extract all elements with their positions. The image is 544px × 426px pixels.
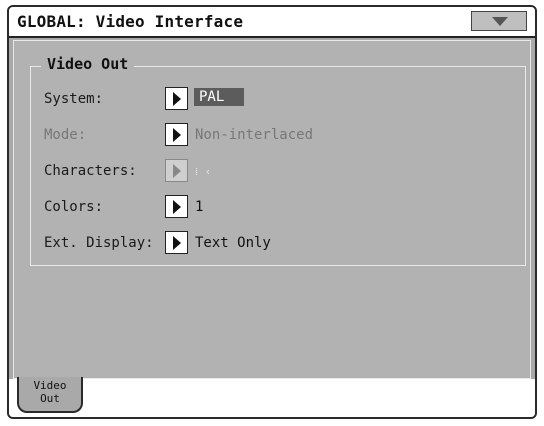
ext-display-popup-button[interactable] <box>165 231 188 254</box>
page-menu-button[interactable] <box>471 11 527 31</box>
characters-value[interactable]: ⁞ ‹ <box>195 165 211 178</box>
popup-arrow-icon <box>173 164 181 178</box>
mode-value[interactable]: Non-interlaced <box>195 127 313 143</box>
system-label: System: <box>44 91 104 107</box>
popup-arrow-icon <box>173 200 181 214</box>
characters-popup-button[interactable] <box>165 159 188 182</box>
popup-arrow-icon <box>173 236 181 250</box>
colors-label: Colors: <box>44 199 104 215</box>
system-popup-button[interactable] <box>165 87 188 110</box>
tab-bar: Video Out <box>9 377 535 417</box>
mode-label: Mode: <box>44 127 87 143</box>
page-menu-triangle-icon <box>492 17 508 26</box>
colors-popup-button[interactable] <box>165 195 188 218</box>
tab-video-out-line2: Out <box>40 392 60 405</box>
ext-display-label: Ext. Display: <box>44 235 154 251</box>
title-bar: GLOBAL: Video Interface <box>9 7 535 38</box>
tab-video-out[interactable]: Video Out <box>17 377 83 413</box>
video-interface-window: GLOBAL: Video Interface Video Out System… <box>7 5 537 419</box>
popup-arrow-icon <box>173 128 181 142</box>
ext-display-value[interactable]: Text Only <box>195 235 271 251</box>
system-value[interactable]: PAL <box>194 88 245 106</box>
popup-arrow-icon <box>173 92 181 106</box>
mode-popup-button[interactable] <box>165 123 188 146</box>
characters-label: Characters: <box>44 163 137 179</box>
tab-video-out-line1: Video <box>33 379 67 392</box>
video-out-group-title: Video Out <box>41 55 135 73</box>
colors-value[interactable]: 1 <box>195 199 203 215</box>
page-title: GLOBAL: Video Interface <box>17 12 244 31</box>
